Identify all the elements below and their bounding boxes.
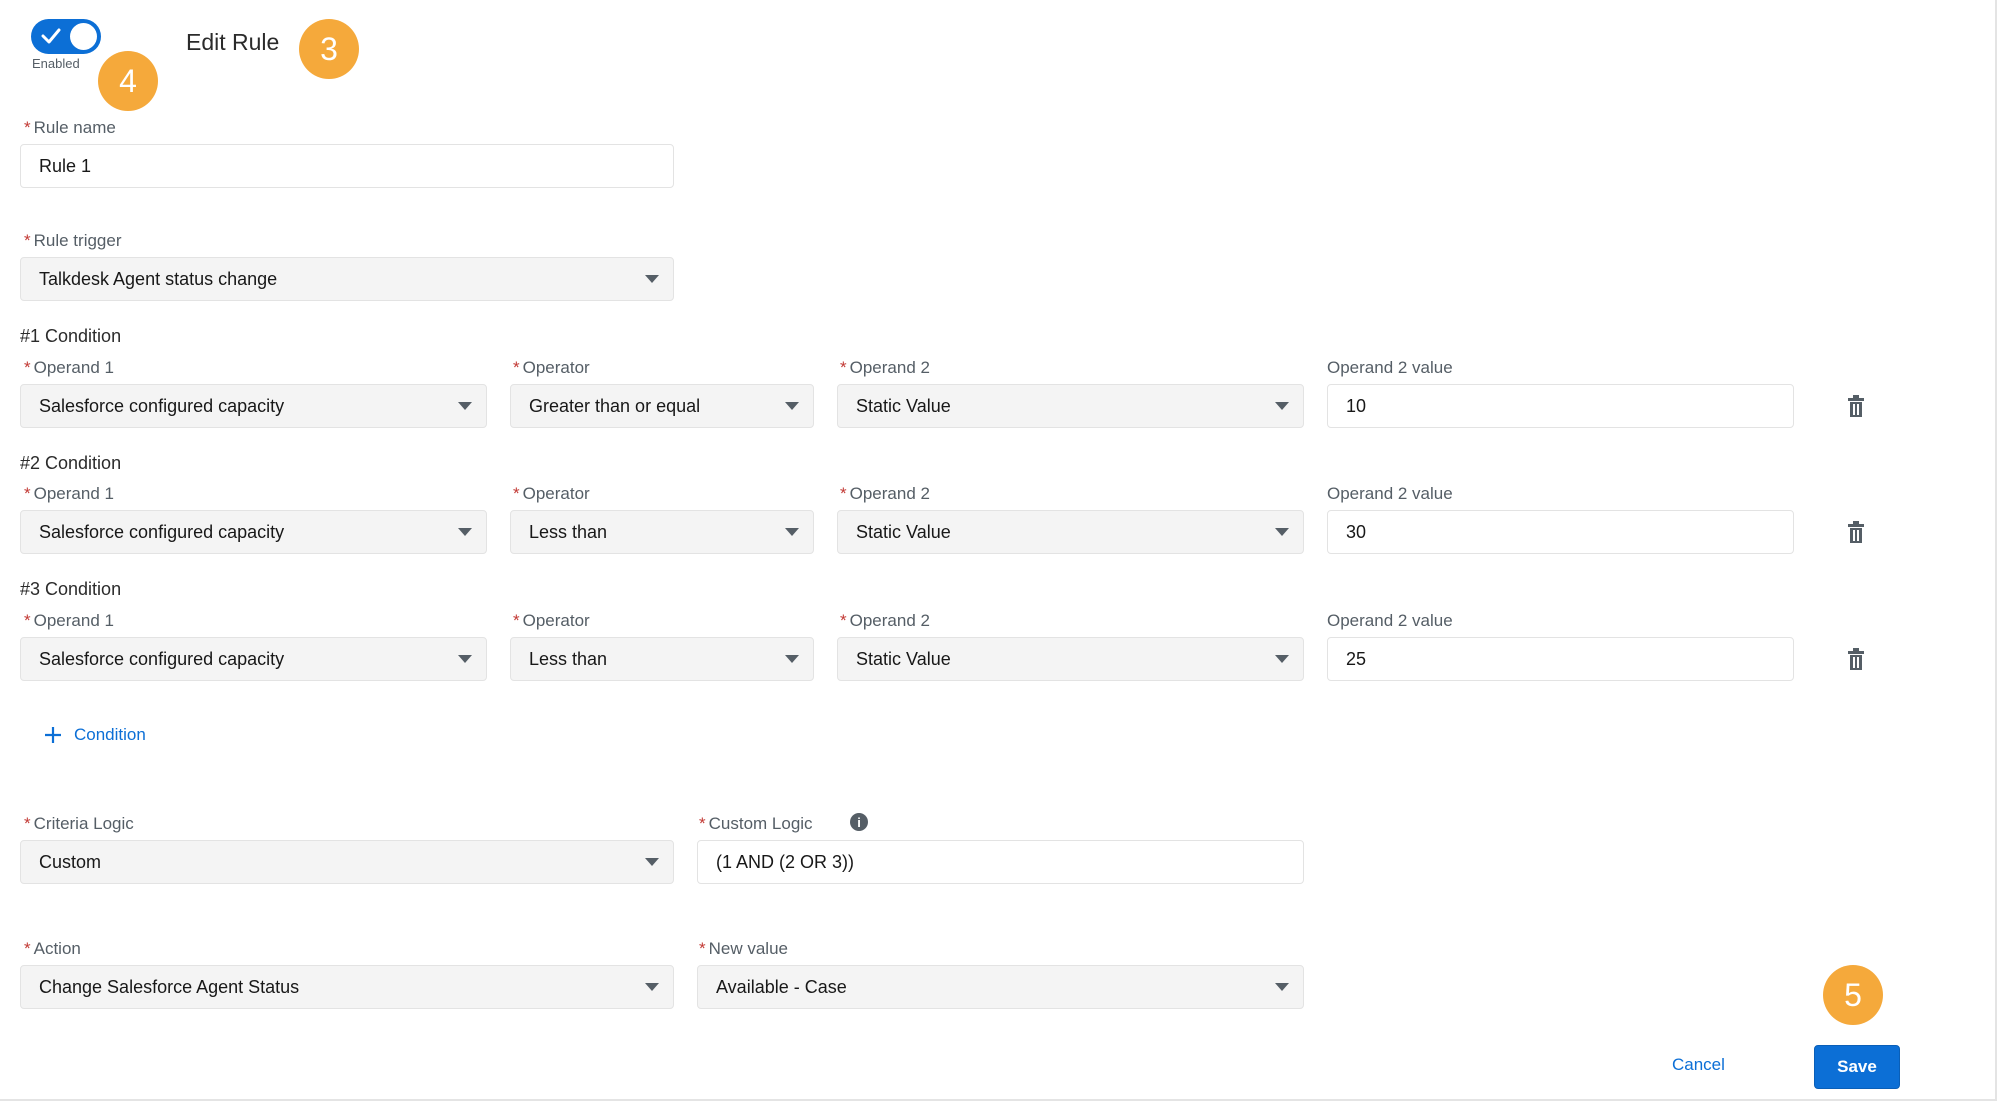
criteria-logic-label: * Criteria Logic (24, 814, 134, 833)
new-value-select[interactable]: Available - Case (697, 965, 1304, 1009)
condition-1-operand2-value-input[interactable]: 10 (1327, 384, 1794, 428)
add-condition-label: Condition (74, 725, 146, 744)
check-icon (41, 28, 61, 44)
custom-logic-input[interactable]: (1 AND (2 OR 3)) (697, 840, 1304, 884)
condition-2-operand1-select[interactable]: Salesforce configured capacity (20, 510, 487, 554)
condition-1-operand2-value-label: Operand 2 value (1327, 358, 1453, 377)
info-icon[interactable]: i (850, 813, 868, 831)
condition-2-title: #2 Condition (20, 453, 122, 473)
custom-logic-label: * Custom Logic (699, 814, 813, 833)
condition-1-operand2-label: * Operand 2 (840, 358, 930, 377)
step-badge-4: 4 (98, 51, 158, 111)
trash-icon[interactable] (1845, 521, 1867, 545)
condition-1-title: #1 Condition (20, 326, 122, 346)
condition-1-operator-select[interactable]: Greater than or equal (510, 384, 814, 428)
condition-3-operand2-value-input[interactable]: 25 (1327, 637, 1794, 681)
action-select[interactable]: Change Salesforce Agent Status (20, 965, 674, 1009)
condition-1-operator-label: * Operator (513, 358, 590, 377)
condition-3-operand2-value-label: Operand 2 value (1327, 611, 1453, 630)
enabled-label: Enabled (32, 56, 80, 71)
save-button[interactable]: Save (1814, 1045, 1900, 1089)
caret-down-icon (1275, 983, 1289, 991)
criteria-logic-select[interactable]: Custom (20, 840, 674, 884)
caret-down-icon (1275, 402, 1289, 410)
action-label: * Action (24, 939, 81, 958)
condition-3-operand1-label: * Operand 1 (24, 611, 114, 630)
toggle-knob (70, 23, 97, 50)
condition-3-operator-label: * Operator (513, 611, 590, 630)
step-badge-3: 3 (299, 19, 359, 79)
rule-name-input[interactable]: Rule 1 (20, 144, 674, 188)
caret-down-icon (785, 655, 799, 663)
cancel-button[interactable]: Cancel (1672, 1055, 1725, 1075)
plus-icon (45, 727, 61, 743)
caret-down-icon (785, 402, 799, 410)
caret-down-icon (645, 275, 659, 283)
condition-2-operand1-label: * Operand 1 (24, 484, 114, 503)
rule-trigger-select[interactable]: Talkdesk Agent status change (20, 257, 674, 301)
trash-icon[interactable] (1845, 395, 1867, 419)
caret-down-icon (645, 858, 659, 866)
condition-2-operand2-value-input[interactable]: 30 (1327, 510, 1794, 554)
condition-2-operand2-select[interactable]: Static Value (837, 510, 1304, 554)
condition-2-operator-select[interactable]: Less than (510, 510, 814, 554)
caret-down-icon (458, 528, 472, 536)
condition-2-operand2-value-label: Operand 2 value (1327, 484, 1453, 503)
condition-1-operand2-select[interactable]: Static Value (837, 384, 1304, 428)
condition-3-operator-select[interactable]: Less than (510, 637, 814, 681)
condition-1-operand1-label: * Operand 1 (24, 358, 114, 377)
condition-3-operand2-select[interactable]: Static Value (837, 637, 1304, 681)
step-badge-5: 5 (1823, 965, 1883, 1025)
condition-3-operand2-label: * Operand 2 (840, 611, 930, 630)
enabled-toggle[interactable] (31, 19, 101, 54)
condition-1-operand1-select[interactable]: Salesforce configured capacity (20, 384, 487, 428)
caret-down-icon (458, 655, 472, 663)
caret-down-icon (458, 402, 472, 410)
caret-down-icon (1275, 655, 1289, 663)
caret-down-icon (785, 528, 799, 536)
condition-3-operand1-select[interactable]: Salesforce configured capacity (20, 637, 487, 681)
condition-3-title: #3 Condition (20, 579, 122, 599)
add-condition-button[interactable]: Condition (44, 725, 146, 745)
condition-2-operator-label: * Operator (513, 484, 590, 503)
page-title: Edit Rule (186, 29, 280, 55)
condition-2-operand2-label: * Operand 2 (840, 484, 930, 503)
rule-name-label: * Rule name (24, 118, 116, 137)
caret-down-icon (645, 983, 659, 991)
caret-down-icon (1275, 528, 1289, 536)
rule-trigger-label: * Rule trigger (24, 231, 122, 250)
new-value-label: * New value (699, 939, 788, 958)
trash-icon[interactable] (1845, 648, 1867, 672)
